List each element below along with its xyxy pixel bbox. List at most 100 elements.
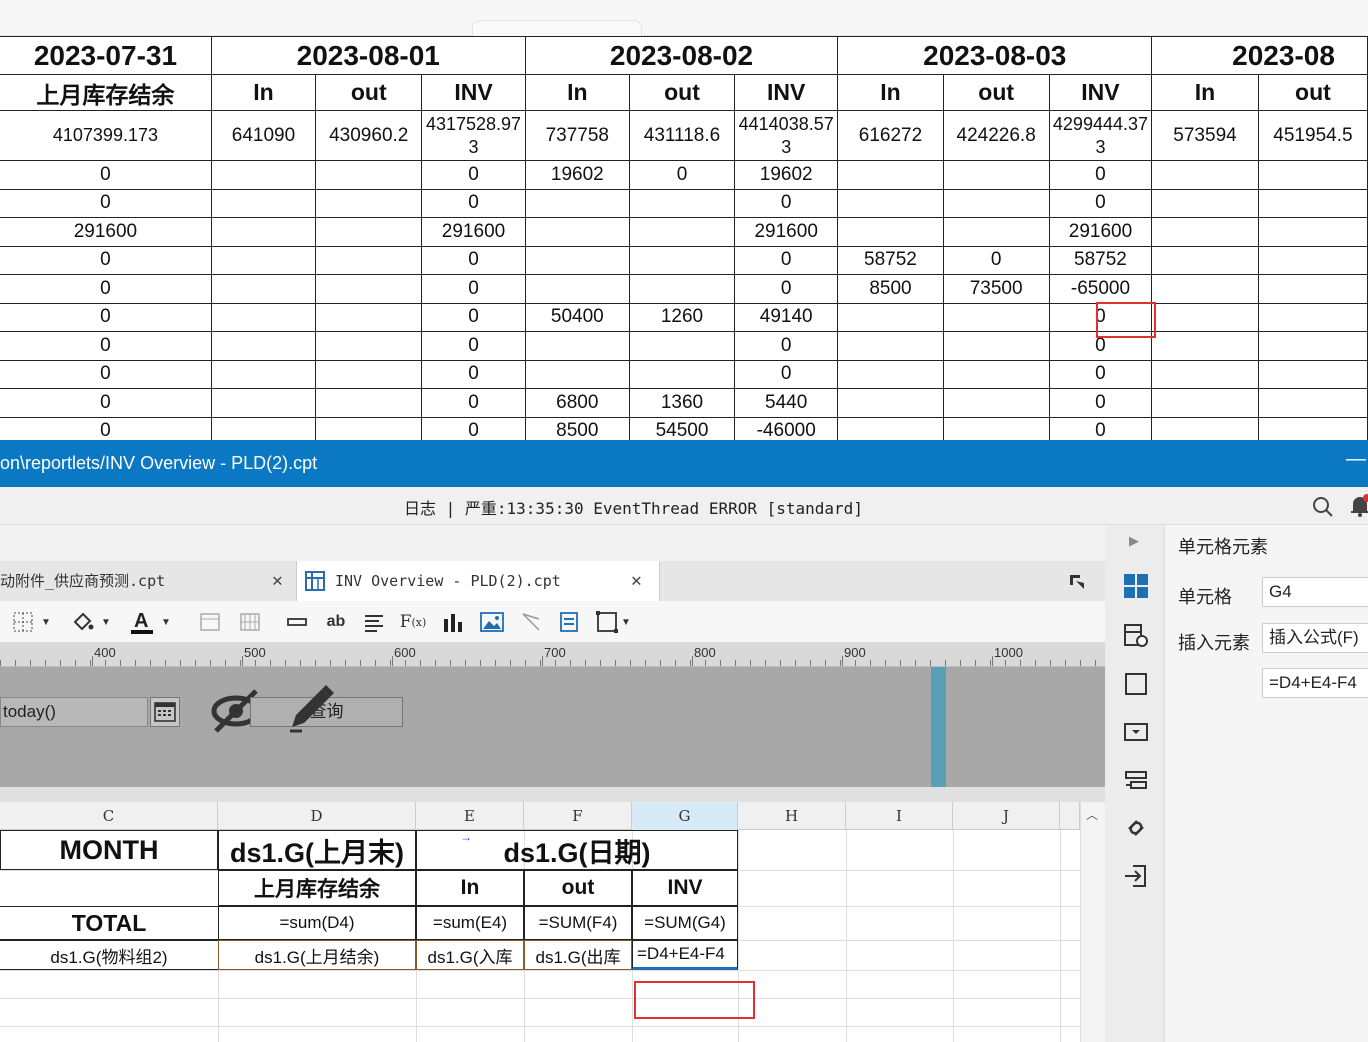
font-color-icon[interactable]: A [128,609,156,635]
chevron-down-icon[interactable]: ▼ [158,609,174,635]
grid-cell-d4[interactable]: ds1.G(上月结余) [218,940,416,970]
chevron-down-icon[interactable]: ▼ [98,609,114,635]
border-icon[interactable] [8,609,38,635]
widget-icon[interactable] [1123,671,1149,697]
table-cell: 0 [0,245,212,275]
grid-cell-c4[interactable]: ds1.G(物料组2) [0,940,218,970]
table-cell [837,388,944,418]
table-cell: -65000 [1048,274,1153,304]
condition-icon[interactable] [1123,719,1149,745]
column-header[interactable]: F [524,802,632,830]
tab-inv-overview[interactable]: INV Overview - PLD(2).cpt ✕ [296,561,660,601]
edit-pencil-icon[interactable] [284,679,340,735]
ruler-tick [45,660,46,666]
column-header[interactable]: C [0,802,218,830]
slash-icon[interactable] [518,609,544,635]
column-header[interactable]: H [738,802,846,830]
design-grid[interactable]: MONTH ds1.G(上月末) ds1.G(日期) 上月库存结余 In out INV TO… [0,830,1081,1042]
link-icon[interactable] [1123,815,1149,841]
ruler-tick [480,660,481,666]
grid-cell-c3[interactable]: TOTAL [0,906,218,940]
column-header[interactable]: I [846,802,953,830]
align-icon[interactable] [360,609,388,635]
ruler-tick [420,660,421,666]
minimize-button[interactable]: — [1346,448,1366,471]
column-header-extra[interactable] [1060,802,1080,830]
grid-cell-g4[interactable]: =D4+E4-F4 [632,940,738,970]
column-header[interactable]: E [416,802,524,830]
grid-cell-e3[interactable]: =sum(E4) [416,906,524,940]
table-cell: 8500 [524,416,630,440]
merge-cell-icon[interactable] [284,609,310,635]
chevron-down-icon[interactable]: ▼ [620,609,632,635]
scroll-up-icon[interactable]: ︿ [1086,806,1098,823]
vertical-scrollbar[interactable]: ︿ [1080,802,1105,1042]
ruler-tick [15,660,16,666]
grid-icon[interactable] [236,609,264,635]
column-subheader: out [628,74,736,111]
highlight-box [1096,302,1156,338]
grid-cell-d2[interactable]: 上月库存结余 [218,870,416,906]
hyperlink-list-icon[interactable] [1123,767,1149,793]
fill-color-icon[interactable] [68,609,98,635]
import-icon[interactable] [1123,863,1149,889]
chart-icon[interactable] [440,609,466,635]
grid-cell-e4[interactable]: ds1.G(入库 [416,940,524,970]
grid-cell-d3[interactable]: =sum(D4) [218,906,416,940]
table-cell [210,416,317,440]
chevron-down-icon[interactable]: ▼ [38,609,54,635]
cell-element-icon[interactable] [1123,573,1149,599]
column-header[interactable]: G [632,802,738,830]
grid-cell-g2[interactable]: INV [632,870,738,906]
ruler-tick [840,660,841,666]
grid-cell-f3[interactable]: =SUM(F4) [524,906,632,940]
insert-formula-select[interactable]: 插入公式(F) [1262,623,1368,653]
formula-icon[interactable]: F (x) [398,609,428,635]
table-cell [315,245,423,275]
subreport-icon[interactable] [556,609,582,635]
ruler-tick [540,660,541,666]
selected-cell-highlight [634,981,755,1019]
frame-icon[interactable] [594,609,620,635]
search-icon[interactable] [1311,495,1335,519]
cell-attribute-icon[interactable] [1123,623,1149,649]
formula-field[interactable]: =D4+E4-F4 [1262,668,1368,698]
table-cell [837,188,944,218]
close-icon[interactable]: ✕ [272,561,283,601]
preview-collapse-tab[interactable] [472,20,642,36]
date-param-field[interactable]: today() [0,697,148,727]
grid-cell-f2[interactable]: out [524,870,632,906]
freeze-icon[interactable] [196,609,224,635]
expand-arrow-icon[interactable]: ▶ [1129,533,1139,549]
grid-line [0,1026,1080,1027]
calendar-icon[interactable] [150,697,180,727]
text-icon[interactable]: ab [322,609,350,635]
table-cell: -46000 [734,416,839,440]
ruler-tick [270,660,271,666]
ruler-tick [195,660,196,666]
table-cell: 0 [421,416,526,440]
column-header[interactable]: J [953,802,1060,830]
grid-cell-f4[interactable]: ds1.G(出库 [524,940,632,970]
grid-cell-d1[interactable]: ds1.G(上月末) [218,830,416,870]
total-cell: 4317528.973 [421,110,526,161]
param-pane-edge[interactable] [931,667,946,787]
pane-divider[interactable] [0,787,1105,802]
tab-supplier-forecast[interactable]: 动附件_供应商预测.cpt ✕ [0,561,296,601]
log-message[interactable]: 日志 | 严重:13:35:30 EventThread ERROR [stan… [404,495,863,519]
ruler-tick [750,660,751,666]
close-icon[interactable]: ✕ [631,561,642,601]
expand-corner-icon[interactable] [1068,573,1086,591]
grid-line [846,830,847,1042]
grid-cell-c1[interactable]: MONTH [0,830,218,870]
table-row: 0 0 0 0 [0,359,1368,389]
title-bar: on\reportlets/INV Overview - PLD(2).cpt … [0,440,1368,487]
image-icon[interactable] [478,609,506,635]
column-header[interactable]: D [218,802,416,830]
grid-cell-e2[interactable]: In [416,870,524,906]
grid-cell-g3[interactable]: =SUM(G4) [632,906,738,940]
bell-icon[interactable] [1349,494,1368,518]
table-cell: 0 [421,359,526,389]
table-cell [837,416,944,440]
cell-field[interactable]: G4 [1262,577,1368,607]
